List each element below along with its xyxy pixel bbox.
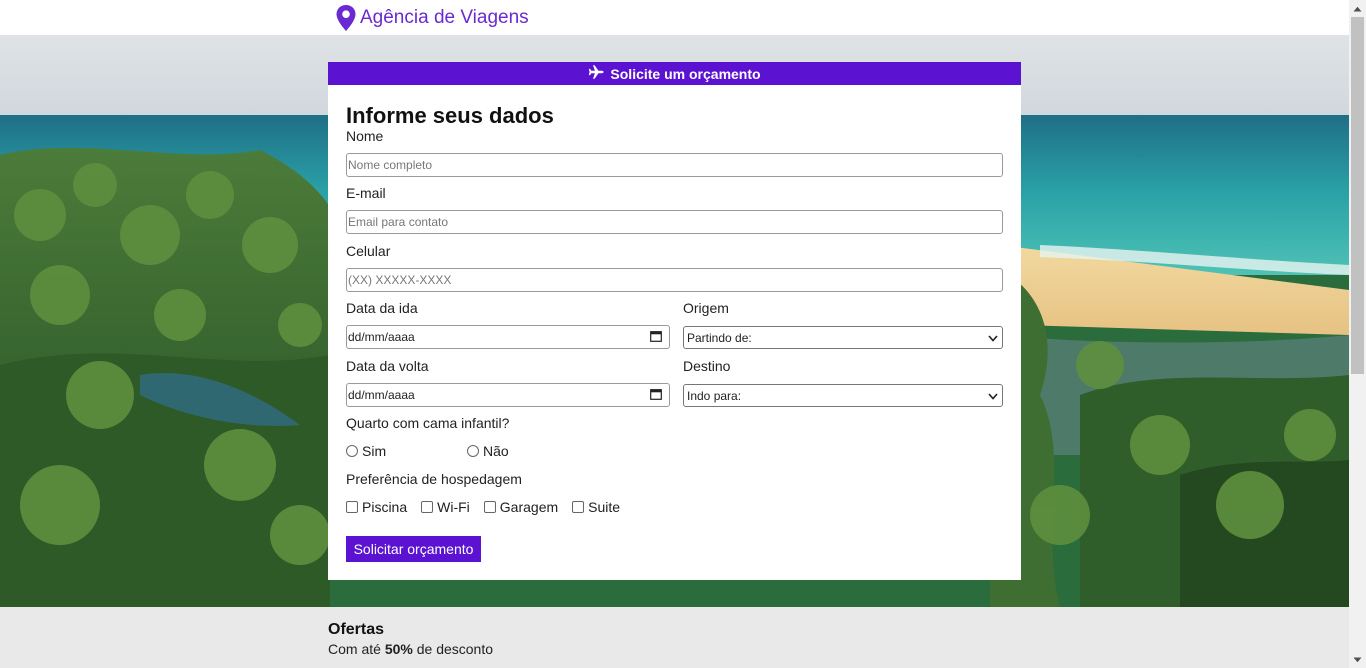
checkbox[interactable] bbox=[421, 501, 434, 513]
nome-label: Nome bbox=[346, 128, 384, 144]
chevron-down-icon bbox=[988, 331, 998, 345]
brand-link[interactable]: Agência de Viagens bbox=[335, 4, 529, 32]
card-header-title: Solicite um orçamento bbox=[610, 65, 761, 82]
origem-select[interactable]: Partindo de: bbox=[683, 326, 1003, 349]
scrollbar-thumb[interactable] bbox=[1351, 17, 1364, 374]
data-ida-label: Data da ida bbox=[346, 300, 418, 316]
data-volta-label: Data da volta bbox=[346, 358, 429, 374]
offers-text: Com até 50% de desconto bbox=[328, 641, 493, 657]
checkbox-label: Garagem bbox=[499, 499, 559, 515]
celular-input[interactable] bbox=[346, 268, 1003, 292]
radio-button[interactable] bbox=[467, 445, 479, 457]
radio-sim[interactable]: Sim bbox=[346, 443, 467, 459]
radio-label: Sim bbox=[362, 443, 387, 459]
radio-nao[interactable]: Não bbox=[467, 443, 509, 459]
offers-discount: 50% bbox=[384, 641, 413, 657]
hospedagem-label: Preferência de hospedagem bbox=[346, 471, 522, 487]
offers-section: Ofertas Com até 50% de desconto bbox=[0, 607, 1349, 668]
card-header: Solicite um orçamento bbox=[328, 62, 1021, 85]
nome-input[interactable] bbox=[346, 153, 1003, 177]
data-volta-placeholder: dd/mm/aaaa bbox=[348, 388, 415, 402]
calendar-icon[interactable] bbox=[650, 388, 662, 403]
checkbox-wifi[interactable]: Wi-Fi bbox=[421, 499, 470, 515]
checkbox-piscina[interactable]: Piscina bbox=[346, 499, 407, 515]
radio-label: Não bbox=[483, 443, 509, 459]
chevron-down-icon bbox=[988, 389, 998, 403]
data-ida-placeholder: dd/mm/aaaa bbox=[348, 330, 415, 344]
celular-label: Celular bbox=[346, 243, 391, 259]
offers-text-prefix: Com até bbox=[328, 641, 381, 657]
checkbox-garagem[interactable]: Garagem bbox=[483, 499, 559, 515]
checkbox-label: Piscina bbox=[362, 499, 408, 515]
origem-label: Origem bbox=[683, 300, 729, 316]
destino-label: Destino bbox=[683, 358, 731, 374]
email-label: E-mail bbox=[346, 185, 386, 201]
quote-form-card: Solicite um orçamento Informe seus dados… bbox=[328, 62, 1021, 580]
checkbox-label: Wi-Fi bbox=[437, 499, 470, 515]
origem-selected: Partindo de: bbox=[687, 330, 752, 345]
destino-select[interactable]: Indo para: bbox=[683, 384, 1003, 407]
calendar-icon[interactable] bbox=[650, 330, 662, 345]
email-input[interactable] bbox=[346, 210, 1003, 234]
checkbox[interactable] bbox=[483, 501, 496, 513]
scroll-down-arrow-icon[interactable] bbox=[1349, 651, 1366, 668]
checkbox[interactable] bbox=[346, 501, 358, 513]
scroll-up-arrow-icon[interactable] bbox=[1349, 0, 1366, 17]
checkbox-suite[interactable]: Suite bbox=[572, 499, 620, 515]
map-pin-icon bbox=[335, 4, 357, 32]
offers-text-suffix: de desconto bbox=[416, 641, 494, 657]
data-volta-input[interactable]: dd/mm/aaaa bbox=[346, 383, 670, 407]
page: Agência de Viagens Solicite um orçamento… bbox=[0, 0, 1349, 668]
vertical-scrollbar[interactable] bbox=[1349, 0, 1366, 668]
checkbox-label: Suite bbox=[588, 499, 621, 515]
cama-infantil-options: Sim Não bbox=[346, 443, 509, 459]
submit-quote-button[interactable]: Solicitar orçamento bbox=[346, 536, 481, 562]
hospedagem-options: Piscina Wi-Fi Garagem Suite bbox=[346, 499, 620, 515]
brand-name: Agência de Viagens bbox=[360, 7, 529, 28]
cama-infantil-label: Quarto com cama infantil? bbox=[346, 415, 510, 431]
checkbox[interactable] bbox=[572, 501, 585, 513]
airplane-icon bbox=[588, 65, 604, 82]
offers-title: Ofertas bbox=[328, 621, 385, 638]
form-title: Informe seus dados bbox=[346, 103, 554, 128]
data-ida-input[interactable]: dd/mm/aaaa bbox=[346, 325, 670, 349]
site-header: Agência de Viagens bbox=[0, 0, 1349, 35]
radio-button[interactable] bbox=[346, 445, 358, 457]
destino-selected: Indo para: bbox=[687, 388, 742, 403]
